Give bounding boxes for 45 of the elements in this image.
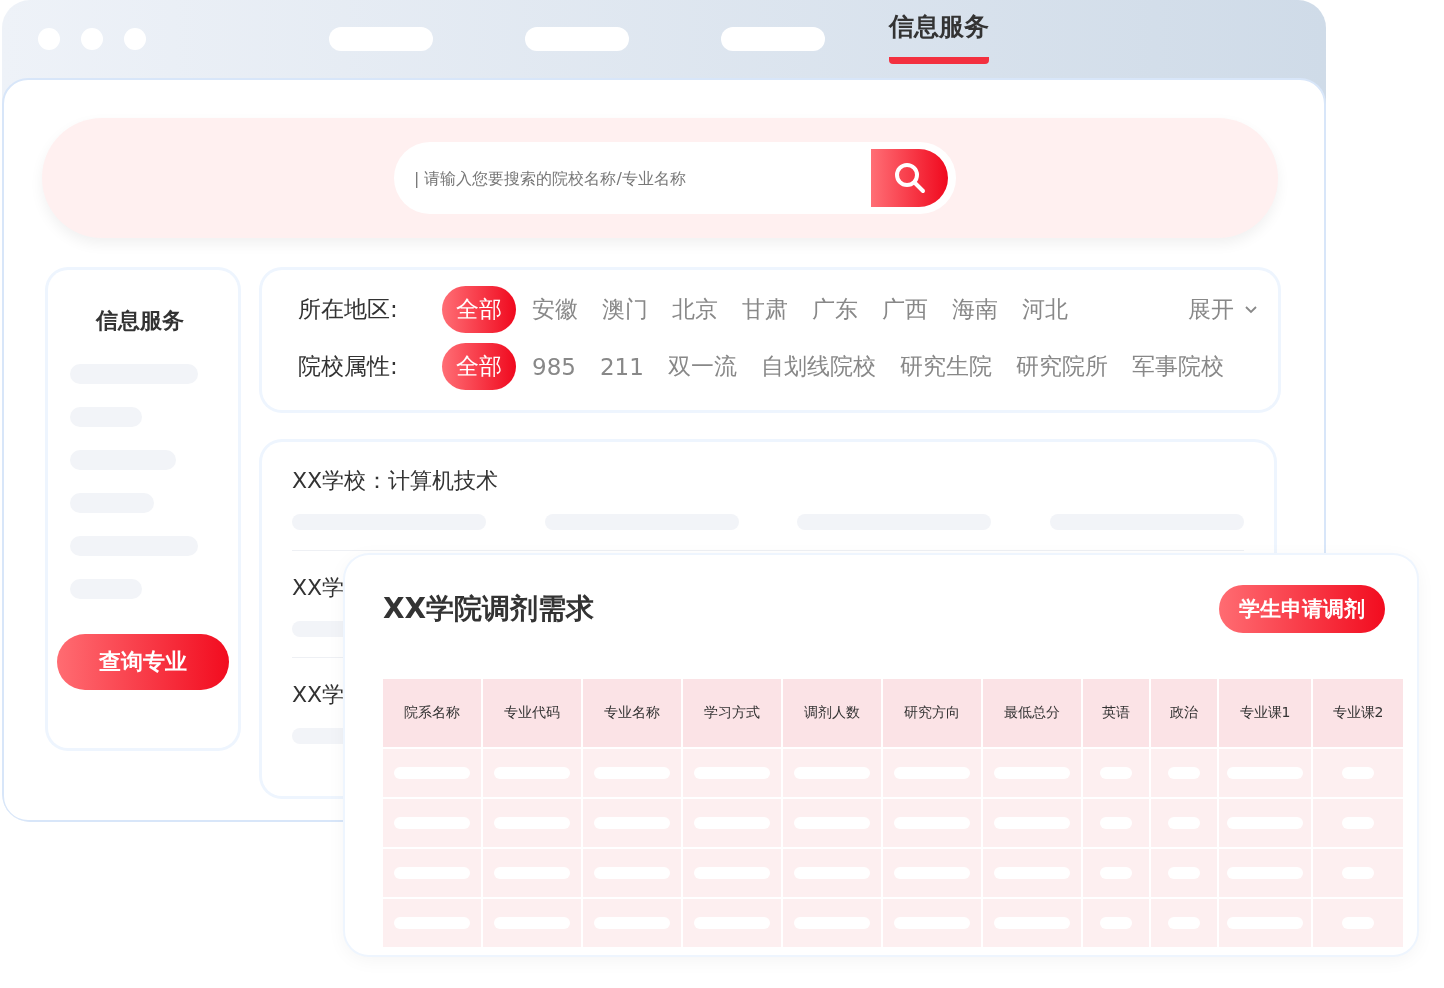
filter-option[interactable]: 北京 bbox=[664, 286, 726, 333]
filter-option[interactable]: 双一流 bbox=[659, 343, 745, 390]
result-title[interactable]: XX学校：计算机技术 bbox=[292, 466, 499, 496]
filter-option[interactable]: 全部 bbox=[442, 343, 516, 390]
tab-placeholder[interactable] bbox=[329, 27, 433, 51]
sidebar-title: 信息服务 bbox=[96, 307, 184, 335]
result-title[interactable]: XX学 bbox=[292, 573, 345, 603]
filter-option[interactable]: 军事院校 bbox=[1123, 343, 1232, 390]
column-header: 专业课2 bbox=[1313, 679, 1403, 747]
filter-label: 所在地区: bbox=[298, 295, 399, 324]
filter-option[interactable]: 研究生院 bbox=[891, 343, 1000, 390]
query-button[interactable]: 查询专业 bbox=[57, 634, 229, 690]
column-header: 专业课1 bbox=[1219, 679, 1311, 747]
filter-option[interactable]: 甘肃 bbox=[734, 286, 796, 333]
filter-option[interactable]: 研究院所 bbox=[1007, 343, 1116, 390]
filter-option[interactable]: 985 bbox=[524, 345, 584, 388]
column-header: 调剂人数 bbox=[783, 679, 881, 747]
column-header: 学习方式 bbox=[683, 679, 781, 747]
chevron-down-icon bbox=[1244, 304, 1258, 315]
result-title[interactable]: XX学 bbox=[292, 680, 345, 710]
tab-placeholder[interactable] bbox=[721, 27, 825, 51]
filter-option[interactable]: 211 bbox=[591, 345, 652, 388]
filter-option[interactable]: 安徽 bbox=[524, 286, 586, 333]
filter-option[interactable]: 广西 bbox=[874, 286, 936, 333]
filter-option[interactable]: 全部 bbox=[442, 286, 516, 333]
expand-button[interactable]: 展开 bbox=[1188, 294, 1258, 325]
filter-label: 院校属性: bbox=[298, 352, 399, 381]
tab[interactable]: 信息服务 bbox=[889, 10, 989, 64]
column-header: 英语 bbox=[1083, 679, 1149, 747]
column-header: 专业代码 bbox=[483, 679, 581, 747]
tab-placeholder[interactable] bbox=[525, 27, 629, 51]
column-header: 最低总分 bbox=[983, 679, 1081, 747]
apply-button[interactable]: 学生申请调剂 bbox=[1219, 585, 1385, 633]
filter-option[interactable]: 自划线院校 bbox=[752, 343, 884, 390]
column-header: 研究方向 bbox=[883, 679, 981, 747]
column-header: 院系名称 bbox=[383, 679, 481, 747]
search-button[interactable] bbox=[871, 149, 948, 207]
search-icon bbox=[892, 161, 927, 195]
column-header: 专业名称 bbox=[583, 679, 681, 747]
panel-title: XX学院调剂需求 bbox=[383, 591, 595, 627]
filter-option[interactable]: 海南 bbox=[944, 286, 1006, 333]
column-header: 政治 bbox=[1151, 679, 1217, 747]
filter-option[interactable]: 河北 bbox=[1014, 286, 1076, 333]
filter-option[interactable]: 澳门 bbox=[594, 286, 656, 333]
filter-option[interactable]: 广东 bbox=[804, 286, 866, 333]
